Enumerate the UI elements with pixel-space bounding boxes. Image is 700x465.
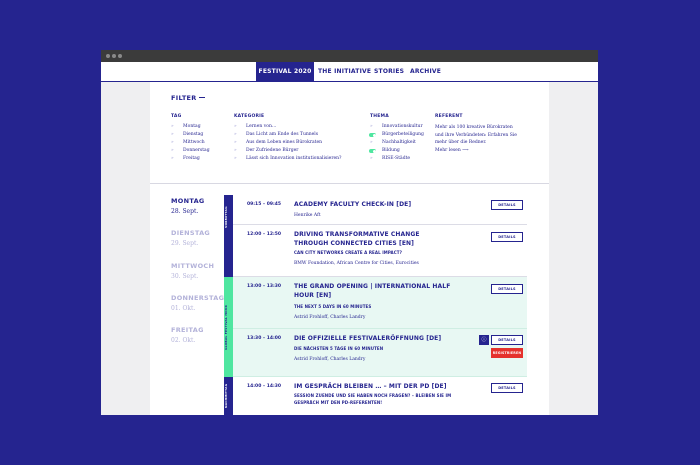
info-icon[interactable]: ⓘ [479, 335, 489, 345]
register-button[interactable]: REGISTRIEREN [491, 348, 523, 358]
filter-kategorie-heading: KATEGORIE [234, 114, 265, 119]
filter-kategorie-option[interactable]: Das Licht am Ende des Tunnels [246, 132, 318, 137]
chevron-right-icon: » [234, 140, 237, 145]
filter-tag-heading: TAG [171, 114, 182, 119]
day-date: 28. Sept. [171, 208, 199, 215]
event-subtitle: CAN CITY NETWORKS CREATE A REAL IMPACT? [294, 250, 403, 255]
chevron-right-icon: » [171, 148, 174, 153]
page-content: FILTER TAG » Montag » Dienstag » Mittwoc… [101, 82, 598, 415]
chevron-right-icon: » [370, 140, 373, 145]
chevron-right-icon: » [171, 140, 174, 145]
time-band-global-festival-hour: GLOBAL FESTIVAL HOUR [224, 277, 233, 377]
band-label: NACHMITTAG [224, 383, 228, 409]
window-titlebar [101, 50, 598, 62]
chevron-right-icon: » [234, 156, 237, 161]
filter-thema-option-active[interactable]: Bildung [382, 148, 400, 153]
event-row-highlighted: 13:00 – 13:30 THE GRAND OPENING | INTERN… [233, 277, 527, 329]
chevron-right-icon: » [234, 148, 237, 153]
band-label: VORMITTAG [224, 206, 228, 228]
day-date: 29. Sept. [171, 240, 199, 247]
program-panel: FILTER TAG » Montag » Dienstag » Mittwoc… [150, 82, 549, 415]
event-speakers: BMW Foundation, African Centre for Citie… [294, 261, 419, 266]
chevron-right-icon: » [370, 156, 373, 161]
nav-tab-stories[interactable]: STORIES [374, 62, 404, 81]
filter-collapse-icon[interactable] [199, 97, 205, 98]
event-speakers: Astrid Frohloff, Charles Landry [294, 357, 366, 362]
event-row: 14:00 – 14:30 IM GESPRÄCH BLEIBEN … – MI… [233, 377, 527, 415]
day-date: 01. Okt. [171, 305, 196, 312]
event-row: 09:15 – 09:45 ACADEMY FACULTY CHECK-IN [… [233, 195, 527, 225]
filter-kategorie-option[interactable]: Aus dem Leben eines Bürokraten [246, 140, 322, 145]
filter-referent-heading: REFERENT [435, 114, 463, 119]
event-subtitle: DIE NÄCHSTEN 5 TAGE IN 60 MINUTEN [294, 346, 384, 351]
filter-kategorie-option[interactable]: Lässt sich Innovation institutionalisier… [246, 156, 341, 161]
details-button[interactable]: DETAILS [491, 284, 523, 294]
nav-tab-the-initiative[interactable]: THE INITIATIVE [318, 62, 371, 81]
filter-thema-option[interactable]: Innovationskultur [382, 124, 423, 129]
event-time: 09:15 – 09:45 [247, 202, 282, 207]
toggle-on-icon[interactable] [369, 133, 376, 137]
day-date: 02. Okt. [171, 337, 196, 344]
event-speakers: Astrid Frohloff, Charles Landry [294, 315, 366, 320]
filter-title[interactable]: FILTER [171, 94, 197, 102]
filter-kategorie-option[interactable]: Der Zufriedene Bürger [246, 148, 298, 153]
day-tab-freitag[interactable]: FREITAG [171, 326, 204, 334]
time-band-nachmittag: NACHMITTAG [224, 377, 233, 415]
event-row-highlighted: 13:30 – 14:00 DIE OFFIZIELLE FESTIVALERÖ… [233, 329, 527, 377]
event-subtitle: SESSION ZUENDE UND SIE HABEN NOCH FRAGEN… [294, 393, 452, 405]
details-button[interactable]: DETAILS [491, 232, 523, 242]
filter-tag-option[interactable]: Mittwoch [183, 140, 205, 145]
filter-thema-option[interactable]: Nachhaltigkeit [382, 140, 416, 145]
day-tab-mittwoch[interactable]: MITTWOCH [171, 262, 214, 270]
top-navigation: FESTIVAL 2020 THE INITIATIVE STORIES ARC… [101, 62, 598, 82]
event-subtitle: THE NEXT 5 DAYS IN 60 MINUTES [294, 304, 372, 309]
window-maximize-dot[interactable] [118, 54, 122, 58]
day-date: 30. Sept. [171, 273, 199, 280]
event-title[interactable]: DIE OFFIZIELLE FESTIVALERÖFFNUNG [DE] [294, 335, 454, 344]
filter-kategorie-option[interactable]: Lernen von… [246, 124, 276, 129]
event-time: 13:30 – 14:00 [247, 336, 282, 341]
nav-tab-festival-2020[interactable]: FESTIVAL 2020 [256, 62, 314, 81]
event-speakers: Henrike Aft [294, 213, 321, 218]
event-time: 12:00 – 12:50 [247, 232, 282, 237]
nav-tab-archive[interactable]: ARCHIVE [410, 62, 441, 81]
chevron-right-icon: » [234, 132, 237, 137]
filter-tag-option[interactable]: Dienstag [183, 132, 203, 137]
referent-description: Mehr als 100 kreative Bürokraten und ihr… [435, 124, 519, 154]
day-tab-donnerstag[interactable]: DONNERSTAG [171, 294, 224, 302]
chevron-right-icon: » [171, 124, 174, 129]
filter-tag-option[interactable]: Freitag [183, 156, 200, 161]
browser-window: FESTIVAL 2020 THE INITIATIVE STORIES ARC… [101, 50, 598, 415]
chevron-right-icon: » [234, 124, 237, 129]
details-button[interactable]: DETAILS [491, 383, 523, 393]
filter-thema-heading: THEMA [370, 114, 389, 119]
event-title[interactable]: ACADEMY FACULTY CHECK-IN [DE] [294, 201, 454, 210]
section-divider [150, 183, 549, 184]
filter-thema-option[interactable]: RISE-Städte [382, 156, 410, 161]
chevron-right-icon: » [171, 156, 174, 161]
referent-text: Mehr als 100 kreative Bürokraten und ihr… [435, 125, 517, 145]
filter-thema-option-active[interactable]: Bürgerbeteiligung [382, 132, 424, 137]
event-title[interactable]: THE GRAND OPENING | INTERNATIONAL HALF H… [294, 283, 454, 300]
filter-tag-option[interactable]: Montag [183, 124, 201, 129]
day-tab-montag[interactable]: MONTAG [171, 197, 205, 205]
toggle-on-icon[interactable] [369, 149, 376, 153]
window-close-dot[interactable] [106, 54, 110, 58]
event-title[interactable]: DRIVING TRANSFORMATIVE CHANGE THROUGH CO… [294, 231, 454, 248]
window-minimize-dot[interactable] [112, 54, 116, 58]
filter-tag-option[interactable]: Donnerstag [183, 148, 210, 153]
chevron-right-icon: » [370, 124, 373, 129]
chevron-right-icon: » [171, 132, 174, 137]
event-title[interactable]: IM GESPRÄCH BLEIBEN … – MIT DER PD [DE] [294, 383, 454, 392]
event-time: 14:00 – 14:30 [247, 384, 282, 389]
time-band-vormittag: VORMITTAG [224, 195, 233, 277]
referent-read-more-link[interactable]: Mehr lesen ⟶ [435, 148, 469, 153]
band-label: GLOBAL FESTIVAL HOUR [224, 304, 228, 350]
details-button[interactable]: DETAILS [491, 335, 523, 345]
details-button[interactable]: DETAILS [491, 200, 523, 210]
event-row: 12:00 – 12:50 DRIVING TRANSFORMATIVE CHA… [233, 225, 527, 277]
day-tab-dienstag[interactable]: DIENSTAG [171, 229, 210, 237]
event-time: 13:00 – 13:30 [247, 284, 282, 289]
